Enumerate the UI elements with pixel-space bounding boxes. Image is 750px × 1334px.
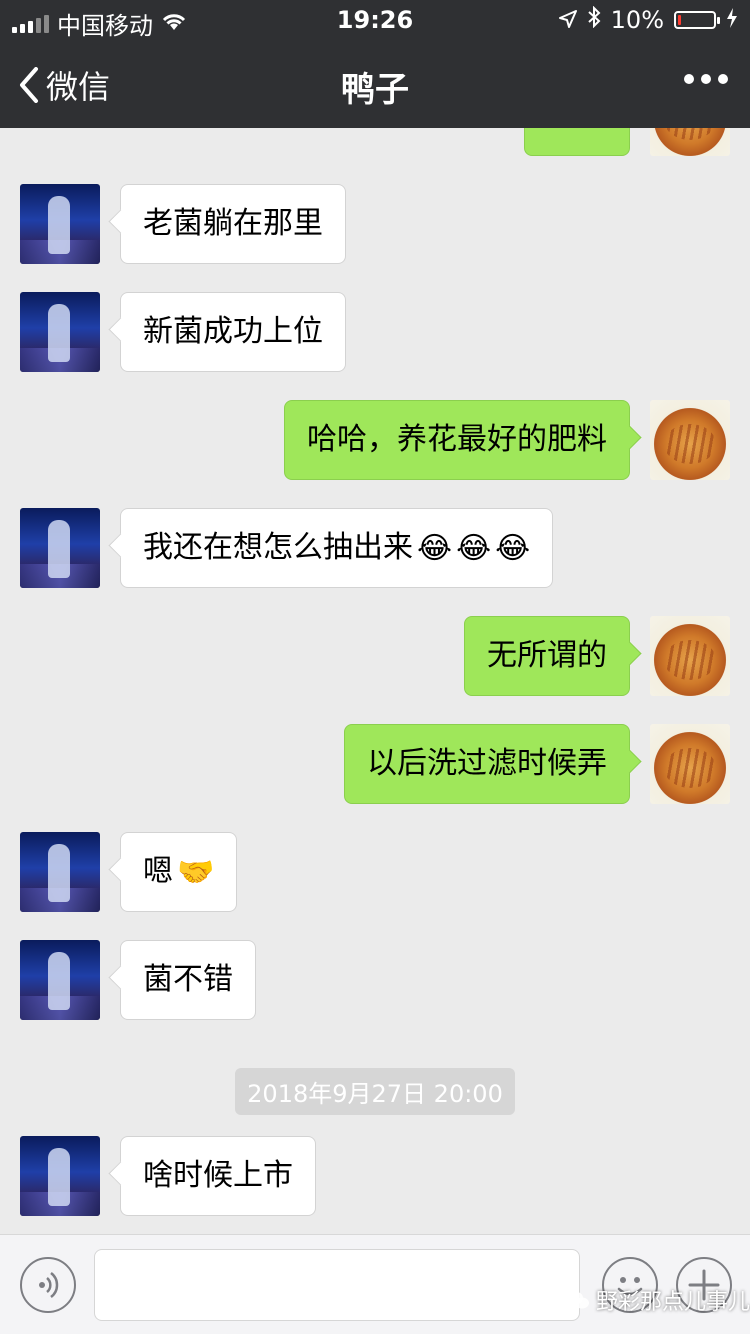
voice-icon bbox=[39, 1272, 59, 1298]
message-row: 哈哈，养花最好的肥料 bbox=[0, 400, 750, 480]
message-bubble[interactable]: 哈哈，养花最好的肥料 bbox=[284, 400, 630, 480]
watermark-text: 野彩那点儿事儿 bbox=[596, 1290, 750, 1315]
message-text: 啥时候上市 bbox=[143, 1158, 293, 1193]
message-row: 啥时候上市 bbox=[0, 1136, 750, 1216]
watermark: 野彩那点儿事儿 bbox=[566, 1284, 750, 1316]
message-bubble[interactable]: 嗯 🤝 bbox=[120, 832, 238, 912]
message-text: 菌不错 bbox=[143, 962, 233, 997]
message-text: 新菌成功上位 bbox=[143, 314, 323, 349]
message-row: 菌不错 bbox=[0, 940, 750, 1020]
message-text: 哈哈，养花最好的肥料 bbox=[307, 422, 607, 457]
bluetooth-icon bbox=[587, 5, 601, 34]
message-text: 老菌躺在那里 bbox=[143, 206, 323, 241]
chevron-left-icon bbox=[20, 67, 38, 103]
message-text: 无所谓的 bbox=[487, 638, 607, 673]
timestamp-label: 2018年9月27日 20:00 bbox=[235, 1068, 515, 1115]
avatar[interactable] bbox=[650, 616, 730, 696]
message-bubble[interactable]: 无所谓的 bbox=[464, 616, 630, 696]
avatar[interactable] bbox=[20, 184, 100, 264]
avatar[interactable] bbox=[20, 832, 100, 912]
message-row: 老菌躺在那里 bbox=[0, 184, 750, 264]
message-row: 还行 bbox=[0, 128, 750, 156]
avatar[interactable] bbox=[650, 724, 730, 804]
battery-fill bbox=[678, 15, 681, 25]
message-row: 我还在想怎么抽出来 😂 😂 😂 bbox=[0, 508, 750, 588]
message-text: 还行 bbox=[547, 128, 607, 133]
message-row: 嗯 🤝 bbox=[0, 832, 750, 912]
wechat-icon bbox=[567, 1291, 589, 1309]
message-bubble[interactable]: 以后洗过滤时候弄 bbox=[344, 724, 630, 804]
message-bubble[interactable]: 菌不错 bbox=[120, 940, 256, 1020]
message-text: 嗯 bbox=[143, 854, 173, 889]
avatar[interactable] bbox=[20, 1136, 100, 1216]
nav-bar: 微信 鸭子 bbox=[0, 40, 750, 128]
message-bubble[interactable]: 我还在想怎么抽出来 😂 😂 😂 bbox=[120, 508, 554, 588]
voice-button[interactable] bbox=[20, 1257, 76, 1313]
message-bubble[interactable]: 还行 bbox=[524, 128, 630, 156]
avatar[interactable] bbox=[650, 128, 730, 156]
message-text: 以后洗过滤时候弄 bbox=[367, 746, 607, 781]
message-bubble[interactable]: 新菌成功上位 bbox=[120, 292, 346, 372]
tears-of-joy-icon: 😂 bbox=[495, 530, 531, 566]
chat-timestamp: 2018年9月27日 20:00 bbox=[0, 1068, 750, 1115]
avatar[interactable] bbox=[650, 400, 730, 480]
battery-percent: 10% bbox=[610, 6, 664, 34]
message-text: 我还在想怎么抽出来 bbox=[143, 530, 413, 565]
message-row: 无所谓的 bbox=[0, 616, 750, 696]
message-row: 以后洗过滤时候弄 bbox=[0, 724, 750, 804]
back-button[interactable]: 微信 bbox=[18, 62, 110, 108]
more-dots-icon[interactable] bbox=[684, 74, 728, 84]
back-label: 微信 bbox=[46, 68, 111, 106]
message-bubble[interactable]: 啥时候上市 bbox=[120, 1136, 316, 1216]
battery-icon bbox=[674, 11, 720, 29]
status-right: 10% bbox=[558, 5, 738, 34]
charging-icon bbox=[726, 6, 738, 34]
avatar[interactable] bbox=[20, 940, 100, 1020]
message-bubble[interactable]: 老菌躺在那里 bbox=[120, 184, 346, 264]
tears-of-joy-icon: 😂 bbox=[417, 530, 453, 566]
avatar[interactable] bbox=[20, 508, 100, 588]
message-list[interactable]: 还行 老菌躺在那里 新菌成功上位 哈哈，养花最好的肥料 我还在想怎么抽出来😂😂😂… bbox=[0, 128, 750, 1234]
avatar[interactable] bbox=[20, 292, 100, 372]
tears-of-joy-icon: 😂 bbox=[456, 530, 492, 566]
location-icon bbox=[558, 6, 577, 34]
message-input[interactable] bbox=[94, 1249, 580, 1321]
status-bar: 中国移动 19:26 10% bbox=[0, 0, 750, 40]
handshake-icon: 🤝 bbox=[177, 854, 215, 890]
message-row: 新菌成功上位 bbox=[0, 292, 750, 372]
chat-title: 鸭子 bbox=[341, 70, 409, 110]
